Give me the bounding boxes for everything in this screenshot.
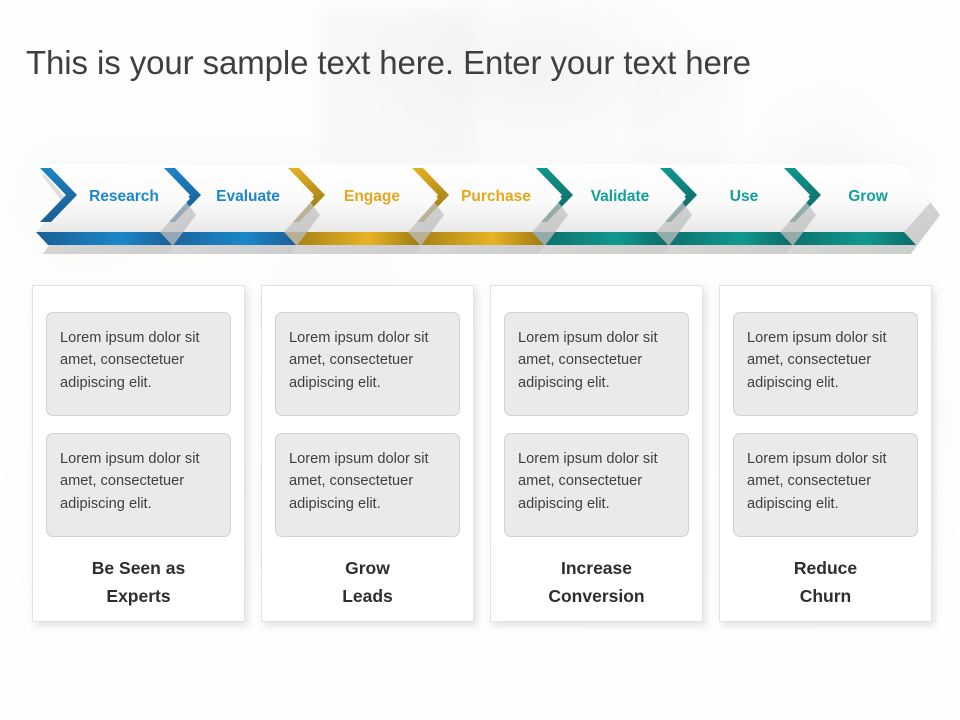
- outcome-card[interactable]: Lorem ipsum dolor sit amet, consectetuer…: [490, 285, 703, 622]
- outcome-card[interactable]: Lorem ipsum dolor sit amet, consectetuer…: [719, 285, 932, 622]
- chevron-body: [36, 165, 190, 232]
- page-title: This is your sample text here. Enter you…: [26, 44, 751, 81]
- card-title: Reduce Churn: [730, 554, 921, 610]
- outcome-card[interactable]: Lorem ipsum dolor sit amet, consectetuer…: [261, 285, 474, 622]
- card-title-line-2: Experts: [106, 586, 171, 606]
- card-bullet-text[interactable]: Lorem ipsum dolor sit amet, consectetuer…: [733, 312, 918, 416]
- card-bullet-text[interactable]: Lorem ipsum dolor sit amet, consectetuer…: [504, 433, 689, 537]
- card-bullet-list: Lorem ipsum dolor sit amet, consectetuer…: [504, 312, 689, 537]
- card-title-line-1: Grow: [345, 558, 390, 578]
- card-title-line-2: Leads: [342, 586, 393, 606]
- card-title: Be Seen as Experts: [43, 554, 234, 610]
- card-title: Grow Leads: [272, 554, 463, 610]
- slide-canvas: This is your sample text here. Enter you…: [0, 0, 960, 720]
- card-bullet-text[interactable]: Lorem ipsum dolor sit amet, consectetuer…: [275, 433, 460, 537]
- card-bullet-list: Lorem ipsum dolor sit amet, consectetuer…: [733, 312, 918, 537]
- card-bullet-text[interactable]: Lorem ipsum dolor sit amet, consectetuer…: [504, 312, 689, 416]
- outcome-card-row: Lorem ipsum dolor sit amet, consectetuer…: [0, 285, 960, 625]
- outcome-card[interactable]: Lorem ipsum dolor sit amet, consectetuer…: [32, 285, 245, 622]
- card-title-line-1: Be Seen as: [91, 558, 186, 578]
- card-bullet-list: Lorem ipsum dolor sit amet, consectetuer…: [46, 312, 231, 537]
- process-flow-chevrons: Research Evaluate Engage Purchase Validate Us…: [0, 158, 960, 254]
- chevron-accent-bar: [36, 232, 172, 245]
- card-title-line-1: Increase: [560, 558, 633, 578]
- card-bullet-text[interactable]: Lorem ipsum dolor sit amet, consectetuer…: [733, 433, 918, 537]
- card-title-line-2: Churn: [799, 586, 852, 606]
- card-bullet-text[interactable]: Lorem ipsum dolor sit amet, consectetuer…: [46, 433, 231, 537]
- card-bullet-text[interactable]: Lorem ipsum dolor sit amet, consectetuer…: [46, 312, 231, 416]
- card-bullet-text[interactable]: Lorem ipsum dolor sit amet, consectetuer…: [275, 312, 460, 416]
- process-step-research[interactable]: Research: [36, 158, 206, 254]
- card-title: Increase Conversion: [501, 554, 692, 610]
- card-title-line-2: Conversion: [548, 586, 645, 606]
- card-bullet-list: Lorem ipsum dolor sit amet, consectetuer…: [275, 312, 460, 537]
- card-title-line-1: Reduce: [793, 558, 858, 578]
